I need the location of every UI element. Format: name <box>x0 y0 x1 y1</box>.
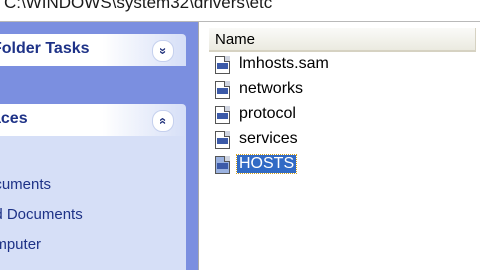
file-name: lmhosts.sam <box>239 55 329 72</box>
file-list-pane[interactable]: Name lmhosts.sam networks protocol servi… <box>198 22 480 270</box>
folder-tasks-title: Folder Tasks <box>0 40 90 57</box>
place-link[interactable]: ocuments <box>0 176 51 193</box>
file-icon <box>215 131 230 149</box>
other-places-title: aces <box>0 110 28 127</box>
chevron-expand-icon[interactable]: » <box>152 40 174 62</box>
place-link[interactable]: ed Documents <box>0 206 83 223</box>
name-column-header[interactable]: Name <box>209 28 476 52</box>
file-name: protocol <box>239 105 296 122</box>
name-column-label: Name <box>215 31 256 48</box>
file-icon <box>215 156 230 174</box>
address-path[interactable]: C:\WINDOWS\system32\drivers\etc <box>4 0 272 13</box>
file-icon <box>215 106 230 124</box>
file-name: networks <box>239 80 304 97</box>
address-bar[interactable]: C:\WINDOWS\system32\drivers\etc <box>0 0 480 22</box>
place-link[interactable]: omputer <box>0 236 41 253</box>
other-places-header[interactable]: aces « <box>0 104 186 136</box>
file-name: services <box>239 130 298 147</box>
chevron-collapse-icon[interactable]: « <box>152 110 174 132</box>
other-places-body: rs ocuments ed Documents omputer <box>0 136 186 270</box>
file-name: HOSTS <box>235 154 298 174</box>
task-pane: Folder Tasks » aces « rs ocuments ed Doc… <box>0 22 198 270</box>
folder-tasks-header[interactable]: Folder Tasks » <box>0 34 186 66</box>
file-icon <box>215 56 230 74</box>
file-icon <box>215 81 230 99</box>
